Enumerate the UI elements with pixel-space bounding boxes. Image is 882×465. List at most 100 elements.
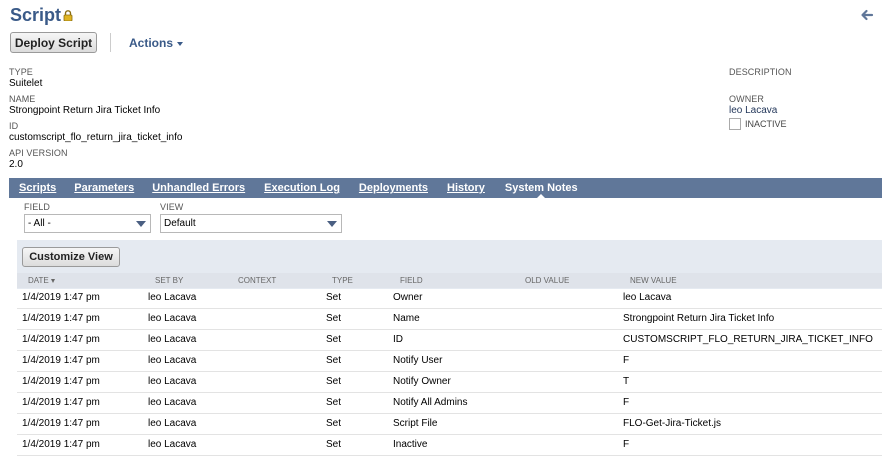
api-version-field: API VERSION 2.0 bbox=[9, 148, 68, 171]
cell-field: Inactive bbox=[393, 439, 428, 450]
column-header-old-value[interactable]: OLD VALUE bbox=[525, 276, 569, 285]
table-row: 1/4/2019 1:47 pm leo Lacava Set Inactive… bbox=[17, 435, 882, 456]
api-version-label: API VERSION bbox=[9, 148, 68, 158]
cell-field: Script File bbox=[393, 418, 438, 429]
cell-date: 1/4/2019 1:47 pm bbox=[22, 313, 100, 324]
owner-label: OWNER bbox=[729, 94, 764, 104]
tab-scripts[interactable]: Scripts bbox=[19, 182, 56, 194]
field-filter-label: FIELD bbox=[24, 202, 51, 212]
cell-set-by: leo Lacava bbox=[148, 418, 197, 429]
table-row: 1/4/2019 1:47 pm leo Lacava Set Notify U… bbox=[17, 351, 882, 372]
deploy-script-button[interactable]: Deploy Script bbox=[10, 32, 97, 53]
cell-date: 1/4/2019 1:47 pm bbox=[22, 355, 100, 366]
column-header-context[interactable]: CONTEXT bbox=[238, 276, 276, 285]
view-filter-select[interactable]: Default bbox=[160, 214, 342, 233]
view-filter-label: VIEW bbox=[160, 202, 184, 212]
owner-field: OWNER leo Lacava bbox=[729, 94, 777, 117]
table-row: 1/4/2019 1:47 pm leo Lacava Set Notify O… bbox=[17, 372, 882, 393]
cell-date: 1/4/2019 1:47 pm bbox=[22, 418, 100, 429]
inactive-checkbox[interactable] bbox=[729, 118, 741, 130]
name-value: Strongpoint Return Jira Ticket Info bbox=[9, 105, 161, 116]
cell-date: 1/4/2019 1:47 pm bbox=[22, 376, 100, 387]
name-field: NAME Strongpoint Return Jira Ticket Info bbox=[9, 94, 160, 117]
cell-type: Set bbox=[326, 355, 342, 366]
cell-type: Set bbox=[326, 292, 342, 303]
column-header-date[interactable]: DATE bbox=[28, 276, 55, 285]
cell-date: 1/4/2019 1:47 pm bbox=[22, 292, 100, 303]
cell-set-by: leo Lacava bbox=[148, 376, 197, 387]
cell-field: ID bbox=[393, 334, 403, 345]
cell-new-value: F bbox=[623, 355, 630, 366]
cell-field: Notify User bbox=[393, 355, 443, 366]
cell-type: Set bbox=[326, 439, 342, 450]
tab-history[interactable]: History bbox=[447, 182, 485, 194]
back-arrow-icon[interactable] bbox=[860, 8, 874, 22]
table-row: 1/4/2019 1:47 pm leo Lacava Set ID CUSTO… bbox=[17, 330, 882, 351]
tab-system-notes[interactable]: System Notes bbox=[504, 182, 578, 199]
tab-unhandled-errors[interactable]: Unhandled Errors bbox=[152, 182, 245, 194]
cell-type: Set bbox=[326, 334, 342, 345]
cell-type: Set bbox=[326, 313, 342, 324]
type-field: TYPE Suitelet bbox=[9, 67, 42, 90]
cell-set-by: leo Lacava bbox=[148, 439, 197, 450]
cell-date: 1/4/2019 1:47 pm bbox=[22, 334, 100, 345]
field-filter-value: - All - bbox=[28, 218, 51, 229]
tab-system-notes-label: System Notes bbox=[504, 182, 578, 194]
inactive-field: INACTIVE bbox=[729, 118, 787, 130]
type-value: Suitelet bbox=[9, 78, 43, 89]
cell-set-by: leo Lacava bbox=[148, 313, 197, 324]
cell-new-value: CUSTOMSCRIPT_FLO_RETURN_JIRA_TICKET_INFO bbox=[623, 334, 873, 345]
cell-type: Set bbox=[326, 397, 342, 408]
tab-deployments[interactable]: Deployments bbox=[359, 182, 428, 194]
description-label: DESCRIPTION bbox=[729, 67, 792, 77]
column-header-type[interactable]: TYPE bbox=[332, 276, 353, 285]
name-label: NAME bbox=[9, 94, 36, 104]
tab-parameters[interactable]: Parameters bbox=[74, 182, 134, 194]
table-row: 1/4/2019 1:47 pm leo Lacava Set Owner le… bbox=[17, 288, 882, 309]
cell-set-by: leo Lacava bbox=[148, 334, 197, 345]
column-header-set-by[interactable]: SET BY bbox=[155, 276, 183, 285]
cell-set-by: leo Lacava bbox=[148, 355, 197, 366]
table-row: 1/4/2019 1:47 pm leo Lacava Set Name Str… bbox=[17, 309, 882, 330]
owner-link[interactable]: leo Lacava bbox=[729, 105, 777, 117]
cell-date: 1/4/2019 1:47 pm bbox=[22, 439, 100, 450]
cell-date: 1/4/2019 1:47 pm bbox=[22, 397, 100, 408]
cell-field: Notify Owner bbox=[393, 376, 451, 387]
table-row: 1/4/2019 1:47 pm leo Lacava Set Notify A… bbox=[17, 393, 882, 414]
cell-new-value: Strongpoint Return Jira Ticket Info bbox=[623, 313, 775, 324]
cell-field: Owner bbox=[393, 292, 423, 303]
field-filter-select[interactable]: - All - bbox=[24, 214, 151, 233]
api-version-value: 2.0 bbox=[9, 159, 23, 170]
view-filter-value: Default bbox=[164, 218, 196, 229]
id-label: ID bbox=[9, 121, 19, 131]
actions-label: Actions bbox=[129, 36, 174, 50]
chevron-down-icon bbox=[177, 42, 184, 46]
tab-execution-log[interactable]: Execution Log bbox=[264, 182, 340, 194]
cell-type: Set bbox=[326, 418, 342, 429]
id-value: customscript_flo_return_jira_ticket_info bbox=[9, 132, 183, 143]
id-field: ID customscript_flo_return_jira_ticket_i… bbox=[9, 121, 182, 144]
cell-new-value: leo Lacava bbox=[623, 292, 672, 303]
system-notes-table: 1/4/2019 1:47 pm leo Lacava Set Owner le… bbox=[17, 288, 882, 456]
toolbar-divider bbox=[110, 33, 111, 52]
column-header-date-label: DATE bbox=[28, 276, 49, 285]
cell-set-by: leo Lacava bbox=[148, 397, 197, 408]
cell-new-value: F bbox=[623, 439, 630, 450]
cell-new-value: F bbox=[623, 397, 630, 408]
column-header-field[interactable]: FIELD bbox=[400, 276, 423, 285]
description-field: DESCRIPTION bbox=[729, 67, 792, 78]
page-title-wrap: Script bbox=[10, 5, 73, 26]
view-filter: VIEW Default bbox=[160, 202, 342, 233]
inactive-label: INACTIVE bbox=[745, 119, 787, 129]
chevron-down-icon bbox=[136, 220, 146, 227]
active-tab-indicator bbox=[536, 194, 547, 199]
chevron-down-icon bbox=[327, 220, 337, 227]
actions-menu[interactable]: Actions bbox=[129, 36, 184, 50]
sort-down-icon bbox=[50, 278, 55, 283]
subtab-bar: Scripts Parameters Unhandled Errors Exec… bbox=[9, 178, 882, 199]
cell-field: Notify All Admins bbox=[393, 397, 468, 408]
cell-field: Name bbox=[393, 313, 420, 324]
customize-view-button[interactable]: Customize View bbox=[22, 247, 120, 267]
column-header-new-value[interactable]: NEW VALUE bbox=[630, 276, 677, 285]
field-filter: FIELD - All - bbox=[24, 202, 151, 233]
